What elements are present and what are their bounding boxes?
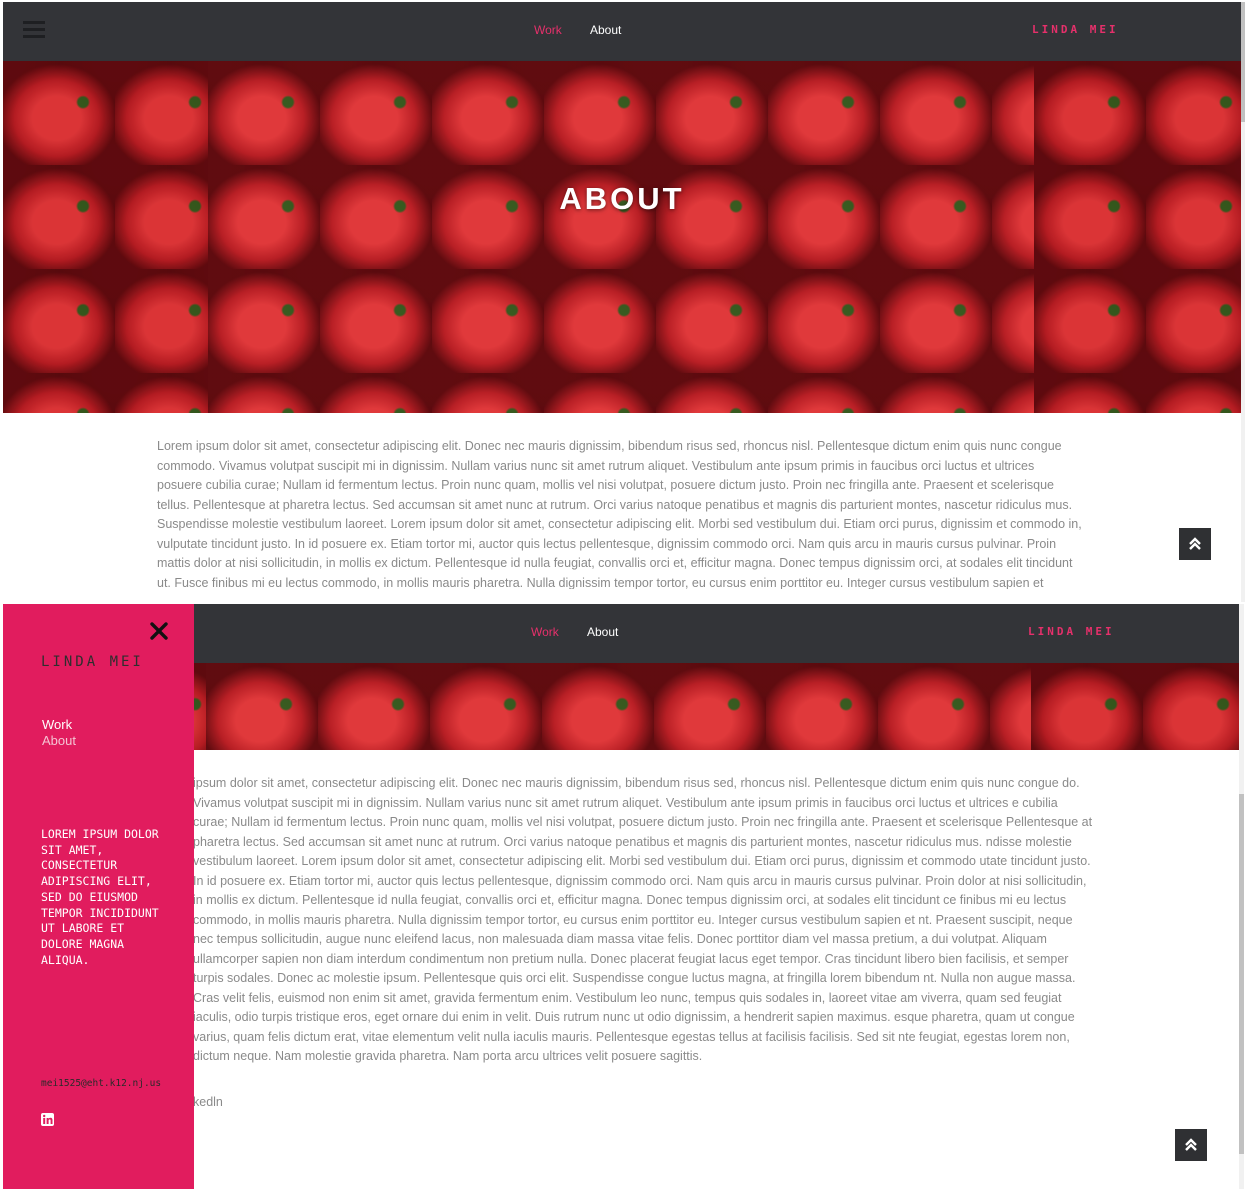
page-view-menu-open: Work About LINDA MEI ipsum dolor sit ame…	[3, 604, 1239, 1189]
about-paragraph: ipsum dolor sit amet, consectetur adipis…	[193, 776, 1093, 1063]
scroll-to-top-button[interactable]	[1175, 1129, 1207, 1161]
page-title: ABOUT	[559, 181, 685, 216]
side-drawer: LINDA MEI Work About LOREM IPSUM DOLOR S…	[3, 604, 194, 1189]
drawer-brand[interactable]: LINDA MEI	[41, 654, 144, 670]
drawer-link-about[interactable]: About	[42, 733, 76, 748]
hero-image-left	[3, 61, 208, 413]
drawer-link-work[interactable]: Work	[42, 717, 72, 732]
hero-banner: ABOUT	[3, 61, 1241, 413]
linkedin-link-text[interactable]: kedln	[193, 1095, 223, 1109]
nav-link-work[interactable]: Work	[531, 625, 559, 639]
scroll-to-top-button[interactable]	[1179, 528, 1211, 560]
page-view-top: Work About LINDA MEI ABOUT Lorem ipsum d…	[3, 2, 1241, 589]
linkedin-icon[interactable]	[41, 1113, 54, 1126]
hero-image-center	[208, 61, 1034, 413]
scrollbar-thumb[interactable]	[1239, 794, 1244, 1154]
about-paragraph: Lorem ipsum dolor sit amet, consectetur …	[157, 439, 1082, 589]
close-icon[interactable]	[150, 622, 168, 640]
nav-link-work[interactable]: Work	[534, 23, 562, 37]
scrollbar-bottom[interactable]	[1239, 604, 1244, 1189]
nav-link-about[interactable]: About	[587, 625, 618, 639]
nav-link-about[interactable]: About	[590, 23, 621, 37]
double-chevron-up-icon	[1189, 537, 1201, 550]
navbar: Work About LINDA MEI	[3, 2, 1241, 61]
drawer-tagline: LOREM IPSUM DOLOR SIT AMET, CONSECTETUR …	[41, 827, 159, 967]
brand-logo[interactable]: LINDA MEI	[1032, 23, 1119, 36]
hero-image-right	[1031, 663, 1239, 750]
scrollbar-top[interactable]	[1241, 2, 1245, 602]
hero-image-center	[206, 663, 1031, 750]
scrollbar-thumb[interactable]	[1241, 2, 1245, 122]
brand-logo[interactable]: LINDA MEI	[1028, 625, 1115, 638]
hero-image-right	[1034, 61, 1241, 413]
drawer-email[interactable]: mei1525@eht.k12.nj.us	[41, 1078, 161, 1089]
double-chevron-up-icon	[1185, 1138, 1197, 1151]
hamburger-icon[interactable]	[23, 21, 45, 39]
